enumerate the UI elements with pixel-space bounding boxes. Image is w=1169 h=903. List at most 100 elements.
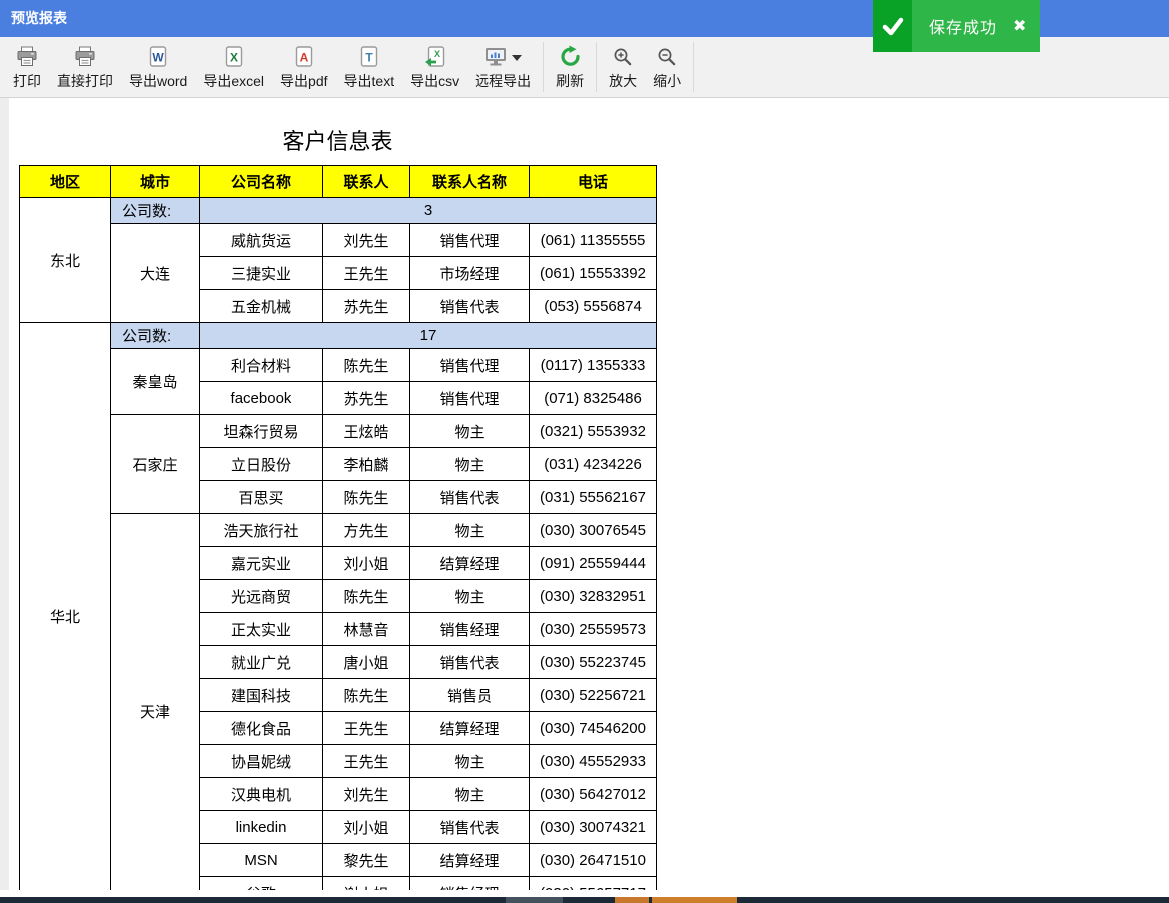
phone-cell: (0117) 1355333 [530, 349, 657, 382]
printer-icon [74, 46, 96, 67]
contact-cell: 谢小姐 [323, 877, 410, 891]
contact-title-cell: 销售代表 [410, 290, 530, 323]
phone-cell: (030) 45552933 [530, 745, 657, 778]
report-title: 客户信息表 [19, 124, 656, 156]
direct-print-button[interactable]: 直接打印 [49, 41, 121, 94]
table-row: 秦皇岛利合材料陈先生销售代理(0117) 1355333 [20, 349, 657, 382]
zoom-in-label: 放大 [609, 71, 637, 91]
close-icon[interactable]: ✖ [1013, 16, 1026, 36]
zoom-out-icon [657, 47, 677, 67]
phone-cell: (031) 55562167 [530, 481, 657, 514]
table-row: 大连威航货运刘先生销售代理(061) 11355555 [20, 224, 657, 257]
export-pdf-label: 导出pdf [280, 71, 327, 91]
contact-cell: 刘小姐 [323, 547, 410, 580]
contact-title-cell: 销售代理 [410, 382, 530, 415]
preview-report-window: 预览报表 保存成功 ✖ 打印 [0, 0, 1169, 903]
toast-message: 保存成功 [929, 14, 997, 38]
contact-title-cell: 销售员 [410, 679, 530, 712]
phone-cell: (061) 11355555 [530, 224, 657, 257]
contact-title-cell: 结算经理 [410, 547, 530, 580]
company-count-row: 华北公司数:17 [20, 323, 657, 349]
phone-cell: (030) 52256721 [530, 679, 657, 712]
column-header: 城市 [111, 166, 200, 198]
contact-cell: 王先生 [323, 745, 410, 778]
contact-title-cell: 销售代理 [410, 349, 530, 382]
page-left-margin [0, 98, 9, 890]
toolbar-separator [693, 42, 694, 92]
phone-cell: (030) 26471510 [530, 844, 657, 877]
printer-icon [16, 46, 38, 67]
contact-title-cell: 物主 [410, 514, 530, 547]
direct-print-label: 直接打印 [57, 71, 113, 91]
contact-cell: 苏先生 [323, 290, 410, 323]
export-csv-button[interactable]: X 导出csv [402, 41, 467, 94]
company-cell: 利合材料 [200, 349, 323, 382]
city-cell: 秦皇岛 [111, 349, 200, 415]
export-csv-label: 导出csv [410, 71, 459, 91]
company-cell: 德化食品 [200, 712, 323, 745]
contact-cell: 王炫皓 [323, 415, 410, 448]
company-cell: 正太实业 [200, 613, 323, 646]
text-doc-icon: T [359, 46, 379, 68]
phone-cell: (071) 8325486 [530, 382, 657, 415]
contact-cell: 林慧音 [323, 613, 410, 646]
contact-title-cell: 销售代表 [410, 481, 530, 514]
excel-doc-icon: X [224, 46, 244, 68]
contact-cell: 刘先生 [323, 778, 410, 811]
export-excel-button[interactable]: X 导出excel [195, 41, 272, 94]
contact-cell: 唐小姐 [323, 646, 410, 679]
company-count-value: 17 [200, 323, 657, 349]
zoom-in-icon [613, 47, 633, 67]
city-cell: 石家庄 [111, 415, 200, 514]
company-cell: facebook [200, 382, 323, 415]
city-cell: 大连 [111, 224, 200, 323]
company-cell: MSN [200, 844, 323, 877]
phone-cell: (031) 4234226 [530, 448, 657, 481]
refresh-label: 刷新 [556, 71, 584, 91]
contact-title-cell: 物主 [410, 448, 530, 481]
taskbar-segment [506, 897, 563, 903]
column-header: 联系人 [323, 166, 410, 198]
zoom-out-button[interactable]: 缩小 [645, 41, 689, 94]
contact-cell: 刘先生 [323, 224, 410, 257]
phone-cell: (030) 25559573 [530, 613, 657, 646]
column-header: 公司名称 [200, 166, 323, 198]
export-pdf-button[interactable]: A 导出pdf [272, 41, 335, 94]
contact-cell: 陈先生 [323, 481, 410, 514]
print-button[interactable]: 打印 [5, 41, 49, 94]
company-cell: 三捷实业 [200, 257, 323, 290]
monitor-icon [485, 47, 508, 67]
remote-export-button[interactable]: 远程导出 [467, 41, 539, 94]
bottom-taskbar-sliver [0, 897, 1169, 903]
contact-title-cell: 销售经理 [410, 877, 530, 891]
svg-text:T: T [365, 50, 373, 64]
pdf-doc-icon: A [294, 46, 314, 68]
contact-cell: 陈先生 [323, 679, 410, 712]
company-cell: 嘉元实业 [200, 547, 323, 580]
column-header: 电话 [530, 166, 657, 198]
table-row: 石家庄坦森行贸易王炫皓物主(0321) 5553932 [20, 415, 657, 448]
svg-text:W: W [153, 50, 165, 64]
svg-text:X: X [434, 49, 440, 59]
contact-title-cell: 销售代表 [410, 811, 530, 844]
column-header: 联系人名称 [410, 166, 530, 198]
export-text-button[interactable]: T 导出text [336, 41, 403, 94]
refresh-button[interactable]: 刷新 [548, 41, 592, 94]
company-cell: 百思买 [200, 481, 323, 514]
phone-cell: (030) 74546200 [530, 712, 657, 745]
company-count-label: 公司数: [111, 198, 200, 224]
zoom-in-button[interactable]: 放大 [601, 41, 645, 94]
contact-title-cell: 销售经理 [410, 613, 530, 646]
phone-cell: (091) 25559444 [530, 547, 657, 580]
contact-cell: 李柏麟 [323, 448, 410, 481]
refresh-icon [559, 45, 582, 68]
window-title: 预览报表 [11, 10, 67, 26]
contact-title-cell: 市场经理 [410, 257, 530, 290]
toolbar-separator [543, 42, 544, 92]
company-cell: linkedin [200, 811, 323, 844]
export-word-button[interactable]: W 导出word [121, 41, 195, 94]
toast-body: 保存成功 ✖ [912, 0, 1040, 52]
region-cell: 华北 [20, 323, 111, 891]
company-cell: 协昌妮绒 [200, 745, 323, 778]
toast-check-panel [873, 0, 912, 52]
